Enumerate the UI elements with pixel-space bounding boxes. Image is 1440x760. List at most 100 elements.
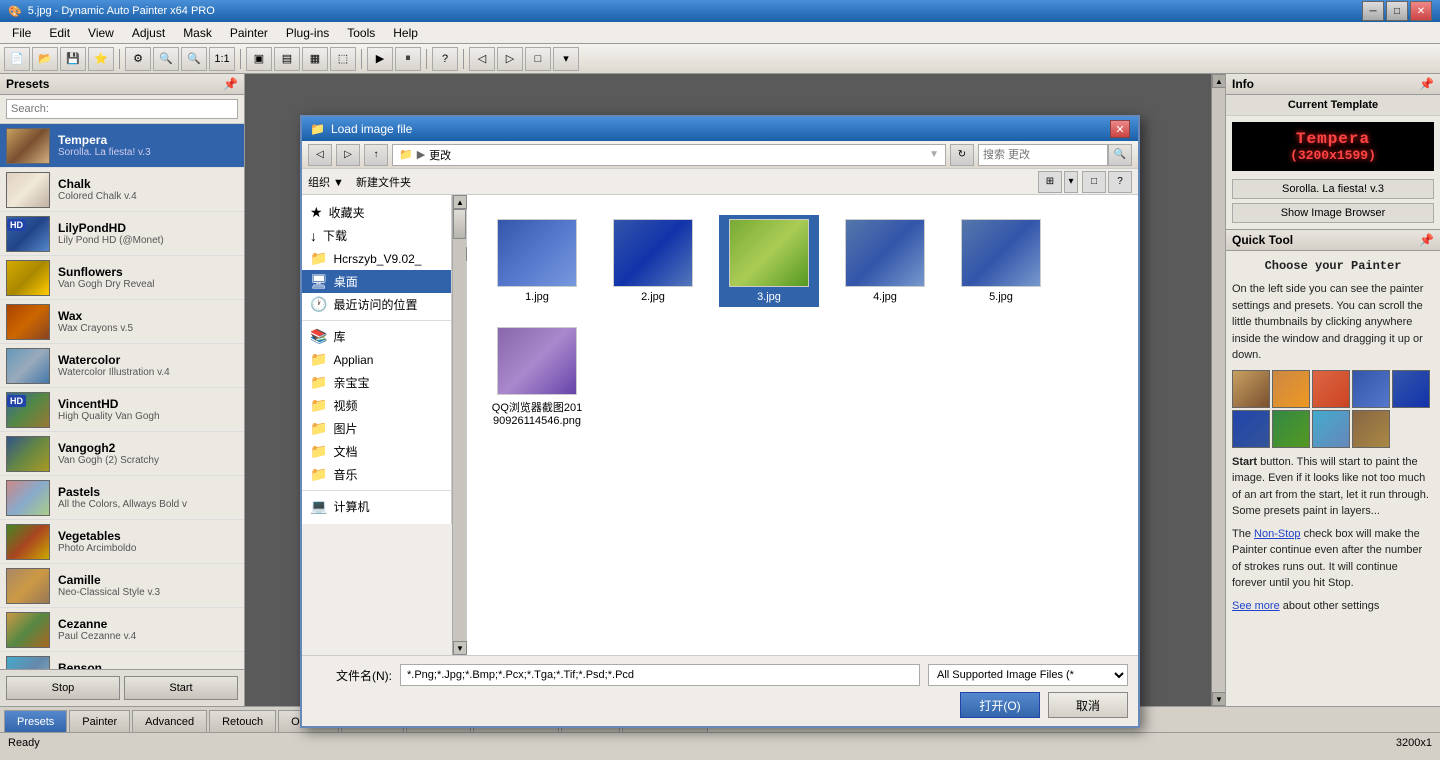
file-nav: ★ 收藏夹 ↓ 下载 📁 Hcrszyb_V9.02_ 🖥	[302, 195, 452, 524]
nav-label-library: 库	[333, 328, 345, 345]
dialog-body: ▲ ★ 收藏夹 ↓ 下载 📁 Hcrszyb_V9.02_	[302, 195, 1138, 655]
nav-item-computer[interactable]: 💻 计算机	[302, 495, 451, 518]
dialog-title-left: 📁 Load image file	[310, 122, 412, 136]
addr-arrow: ▶	[417, 148, 425, 161]
nav-item-pictures[interactable]: 📁 图片	[302, 417, 451, 440]
nav-scrollbar[interactable]: ▲ ▼	[452, 195, 466, 655]
file-item-2[interactable]: 2.jpg	[603, 215, 703, 307]
nav-item-hcrszyb[interactable]: 📁 Hcrszyb_V9.02_	[302, 247, 451, 270]
nav-item-desktop[interactable]: 🖥 桌面	[302, 270, 451, 293]
nav-icon-download: ↓	[310, 228, 317, 244]
file-item-4[interactable]: 4.jpg	[835, 215, 935, 307]
file-item-1[interactable]: 1.jpg	[487, 215, 587, 307]
nav-label-documents: 文档	[333, 443, 357, 460]
cancel-button[interactable]: 取消	[1048, 692, 1128, 718]
nav-icon-qinbaobao: 📁	[310, 374, 327, 391]
nav-icon-library: 📚	[310, 328, 327, 345]
file-thumb-6	[497, 327, 577, 395]
nav-item-recent[interactable]: 🕐 最近访问的位置	[302, 293, 451, 316]
nav-item-video[interactable]: 📁 视频	[302, 394, 451, 417]
file-item-3[interactable]: 3.jpg	[719, 215, 819, 307]
nav-icon-desktop: 🖥	[310, 273, 328, 290]
nav-icon-computer: 💻	[310, 498, 327, 515]
addr-icon: 📁	[399, 148, 413, 161]
nav-back-button[interactable]: ◁	[308, 144, 332, 166]
nav-divider-1	[302, 320, 451, 321]
load-image-dialog: 📁 Load image file ✕ ◁ ▷ ↑ 📁 ▶ 更改 ▼ ↻ 🔍	[300, 115, 1140, 728]
filetype-select[interactable]: All Supported Image Files (*	[928, 664, 1128, 686]
nav-scroll-thumb[interactable]	[453, 209, 466, 239]
dialog-overlay: 📁 Load image file ✕ ◁ ▷ ↑ 📁 ▶ 更改 ▼ ↻ 🔍	[0, 0, 1440, 760]
file-name-5: 5.jpg	[989, 291, 1013, 303]
file-thumb-4	[845, 219, 925, 287]
nav-item-library[interactable]: 📚 库	[302, 325, 451, 348]
nav-icon-recent: 🕐	[310, 296, 327, 313]
address-bar-wrap: 📁 ▶ 更改 ▼ ↻	[392, 144, 974, 166]
file-name-4: 4.jpg	[873, 291, 897, 303]
nav-icon-pictures: 📁	[310, 420, 327, 437]
dialog-title-text: Load image file	[331, 122, 412, 136]
nav-item-qinbaobao[interactable]: 📁 亲宝宝	[302, 371, 451, 394]
filename-row: 文件名(N): All Supported Image Files (*	[312, 664, 1128, 686]
file-area: 1.jpg 2.jpg 3.jpg 4.jpg 5.jpg	[467, 195, 1138, 655]
nav-label-favorites: 收藏夹	[329, 204, 365, 221]
search-box-wrap: 🔍	[978, 144, 1132, 166]
nav-label-qinbaobao: 亲宝宝	[333, 374, 369, 391]
file-thumb-2	[613, 219, 693, 287]
dialog-toolbar: ◁ ▷ ↑ 📁 ▶ 更改 ▼ ↻ 🔍	[302, 141, 1138, 169]
file-thumb-5	[961, 219, 1041, 287]
dialog-bottom: 文件名(N): All Supported Image Files (* 打开(…	[302, 655, 1138, 726]
nav-label-download: 下载	[323, 227, 347, 244]
filename-input[interactable]	[400, 664, 920, 686]
file-name-1: 1.jpg	[525, 291, 549, 303]
nav-scroll-down-btn[interactable]: ▼	[453, 641, 467, 655]
view-help-button[interactable]: ?	[1108, 171, 1132, 193]
nav-icon-music: 📁	[310, 466, 327, 483]
nav-item-favorites[interactable]: ★ 收藏夹	[302, 201, 451, 224]
open-button[interactable]: 打开(O)	[960, 692, 1040, 718]
file-item-5[interactable]: 5.jpg	[951, 215, 1051, 307]
addr-refresh-button[interactable]: ↻	[950, 144, 974, 166]
file-name-2: 2.jpg	[641, 291, 665, 303]
dialog-search-button[interactable]: 🔍	[1108, 144, 1132, 166]
nav-label-applian: Applian	[333, 353, 373, 367]
file-item-6[interactable]: QQ浏览器截图20190926114546.png	[487, 323, 587, 431]
filename-label: 文件名(N):	[312, 667, 392, 684]
organize-button[interactable]: 组织 ▼	[308, 174, 344, 190]
file-name-6: QQ浏览器截图20190926114546.png	[491, 399, 583, 427]
file-thumb-1	[497, 219, 577, 287]
nav-label-video: 视频	[333, 397, 357, 414]
view-controls: ⊞ ▾ □ ?	[1038, 171, 1132, 193]
nav-item-music[interactable]: 📁 音乐	[302, 463, 451, 486]
dialog-actions: 打开(O) 取消	[312, 692, 1128, 718]
dialog-title-bar: 📁 Load image file ✕	[302, 117, 1138, 141]
nav-label-computer: 计算机	[333, 498, 369, 515]
nav-item-documents[interactable]: 📁 文档	[302, 440, 451, 463]
nav-label-desktop: 桌面	[334, 273, 358, 290]
dialog-icon: 📁	[310, 122, 325, 136]
nav-scroll-up-btn[interactable]: ▲	[453, 195, 467, 209]
nav-tree-scroll-area: ▲ ★ 收藏夹 ↓ 下载 📁 Hcrszyb_V9.02_	[302, 195, 452, 655]
file-thumb-3	[729, 219, 809, 287]
nav-scroll-track	[453, 209, 466, 641]
view-icons-button[interactable]: ⊞	[1038, 171, 1062, 193]
new-folder-button[interactable]: 新建文件夹	[356, 174, 411, 190]
view-preview-button[interactable]: □	[1082, 171, 1106, 193]
nav-item-applian[interactable]: 📁 Applian	[302, 348, 451, 371]
address-bar[interactable]: 📁 ▶ 更改 ▼	[392, 144, 946, 166]
addr-path: 更改	[429, 147, 451, 163]
nav-label-recent: 最近访问的位置	[333, 296, 417, 313]
nav-up-button[interactable]: ↑	[364, 144, 388, 166]
nav-divider-2	[302, 490, 451, 491]
nav-forward-button[interactable]: ▷	[336, 144, 360, 166]
view-dropdown-button[interactable]: ▾	[1064, 171, 1078, 193]
nav-icon-documents: 📁	[310, 443, 327, 460]
organize-bar: 组织 ▼ 新建文件夹 ⊞ ▾ □ ?	[302, 169, 1138, 195]
nav-item-download[interactable]: ↓ 下载	[302, 224, 451, 247]
nav-label-pictures: 图片	[333, 420, 357, 437]
dialog-close-button[interactable]: ✕	[1110, 120, 1130, 138]
nav-icon-video: 📁	[310, 397, 327, 414]
addr-dropdown[interactable]: ▼	[929, 149, 939, 160]
dialog-search-input[interactable]	[978, 144, 1108, 166]
file-name-3: 3.jpg	[757, 291, 781, 303]
